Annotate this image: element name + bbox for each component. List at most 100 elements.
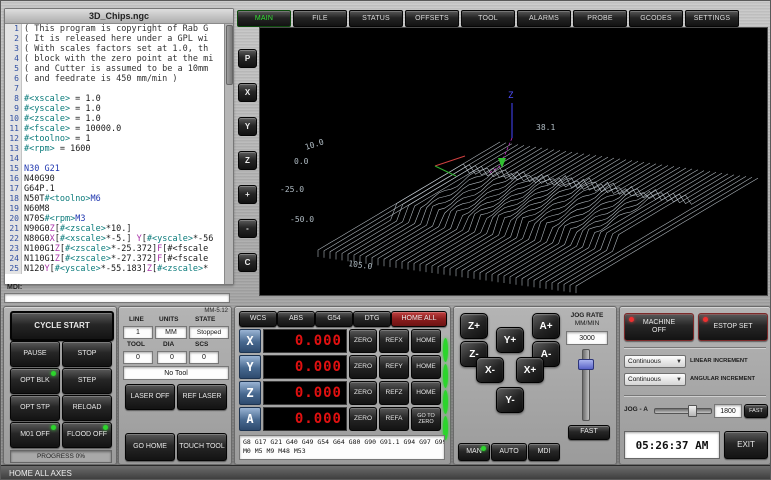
- tab-settings[interactable]: SETTINGS: [685, 10, 739, 27]
- dro-row-z: Z0.000ZEROREFZHOME: [239, 381, 449, 405]
- view-perspective-button[interactable]: P: [238, 49, 257, 68]
- tab-file[interactable]: FILE: [293, 10, 347, 27]
- gcode-line[interactable]: 24N110G1Z[#<zscale>*-27.372]F[#<fscale: [5, 254, 225, 264]
- gcode-line[interactable]: 16N40G90: [5, 174, 225, 184]
- refy-button[interactable]: REFY: [379, 355, 409, 379]
- dro-value-a: 0.000: [263, 407, 347, 431]
- tab-tool[interactable]: TOOL: [461, 10, 515, 27]
- estop-button[interactable]: ESTOP SET: [698, 313, 768, 341]
- wcs-button[interactable]: WCS: [239, 311, 277, 327]
- home-y-button[interactable]: HOME: [411, 355, 441, 379]
- go-home-button[interactable]: GO HOME: [125, 433, 175, 461]
- gcode-line[interactable]: 20N70S#<rpm>M3: [5, 214, 225, 224]
- zoom-in-button[interactable]: +: [238, 185, 257, 204]
- mode-mdi-button[interactable]: MDI: [528, 443, 560, 461]
- gcode-line[interactable]: 12#<toolno> = 1: [5, 134, 225, 144]
- gcode-line[interactable]: 23N100G1Z[#<zscale>*-25.372]F[#<fscale: [5, 244, 225, 254]
- ref-laser-button[interactable]: REF LASER: [177, 384, 227, 410]
- home-all-button[interactable]: HOME ALL: [391, 311, 447, 327]
- exit-button[interactable]: EXIT: [724, 431, 768, 459]
- gcode-line[interactable]: 22N80G0X[#<xscale>*-5.] Y[#<yscale>*-56: [5, 234, 225, 244]
- gcode-line[interactable]: 5( and Cutter is assumed to be a 10mm: [5, 64, 225, 74]
- toolpath-preview[interactable]: 10.00.0-25.0-50.0105.038.1Z: [260, 28, 767, 295]
- zoom-out-button[interactable]: -: [238, 219, 257, 238]
- linear-increment-select[interactable]: Continuous▼: [624, 355, 686, 368]
- jog-a-fast-button[interactable]: FAST: [744, 404, 768, 418]
- refx-button[interactable]: REFX: [379, 329, 409, 353]
- view-z-button[interactable]: Z: [238, 151, 257, 170]
- pause-button[interactable]: PAUSE: [10, 341, 60, 367]
- home-x-button[interactable]: HOME: [411, 329, 441, 353]
- abs-button[interactable]: ABS: [277, 311, 315, 327]
- gcode-text: N100G1Z[#<zscale>*-25.372]F[#<fscale: [22, 244, 208, 254]
- jog-a-plus-button[interactable]: A+: [532, 313, 560, 339]
- gcode-line[interactable]: 18N50T#<toolno>M6: [5, 194, 225, 204]
- jog-a-slider-thumb[interactable]: [688, 405, 697, 417]
- mdi-input[interactable]: [4, 293, 230, 303]
- flood-off-button[interactable]: FLOOD OFF: [62, 422, 112, 448]
- gcode-line[interactable]: 14: [5, 154, 225, 164]
- tab-probe[interactable]: PROBE: [573, 10, 627, 27]
- gcode-line[interactable]: 9#<yscale> = 1.0: [5, 104, 225, 114]
- step-button[interactable]: STEP: [62, 368, 112, 394]
- editor-scrollbar-thumb[interactable]: [226, 25, 233, 85]
- jog-x-minus-button[interactable]: X-: [476, 357, 504, 383]
- mode-man-button[interactable]: MAN: [458, 443, 490, 461]
- home-z-button[interactable]: HOME: [411, 381, 441, 405]
- jog-y-plus-button[interactable]: Y+: [496, 327, 524, 353]
- g54-button[interactable]: G54: [315, 311, 353, 327]
- tab-gcodes[interactable]: GCODES: [629, 10, 683, 27]
- gcode-text: #<xscale> = 1.0: [22, 94, 101, 104]
- angular-increment-select[interactable]: Continuous▼: [624, 373, 686, 386]
- gcode-line[interactable]: 10#<zscale> = 1.0: [5, 114, 225, 124]
- jog-a-slider-track[interactable]: [654, 408, 712, 414]
- jog-x-plus-button[interactable]: X+: [516, 357, 544, 383]
- gcode-line[interactable]: 4( block with the zero point at the mi: [5, 54, 225, 64]
- gcode-line[interactable]: 21N90G0Z[#<zscale>*10.]: [5, 224, 225, 234]
- gcode-line[interactable]: 7: [5, 84, 225, 94]
- refz-button[interactable]: REFZ: [379, 381, 409, 405]
- jog-z-plus-button[interactable]: Z+: [460, 313, 488, 339]
- tab-alarms[interactable]: ALARMS: [517, 10, 571, 27]
- zero-z-button[interactable]: ZERO: [349, 381, 377, 405]
- gcode-line[interactable]: 17G64P.1: [5, 184, 225, 194]
- stop-button[interactable]: STOP: [62, 341, 112, 367]
- gcode-line[interactable]: 2( It is released here under a GPL wi: [5, 34, 225, 44]
- touch-tool-button[interactable]: TOUCH TOOL: [177, 433, 227, 461]
- go-to-zero-button[interactable]: GO TO ZERO: [411, 407, 441, 431]
- cycle-start-button[interactable]: CYCLE START: [10, 311, 114, 341]
- gcode-line[interactable]: 11#<fscale> = 10000.0: [5, 124, 225, 134]
- zero-y-button[interactable]: ZERO: [349, 355, 377, 379]
- jog-y-minus-button[interactable]: Y-: [496, 387, 524, 413]
- dtg-button[interactable]: DTG: [353, 311, 391, 327]
- refa-button[interactable]: REFA: [379, 407, 409, 431]
- gcode-line[interactable]: 15N30 G21: [5, 164, 225, 174]
- gcode-line[interactable]: 6( and feedrate is 450 mm/min ): [5, 74, 225, 84]
- gcode-line[interactable]: 13#<rpm> = 1600: [5, 144, 225, 154]
- zero-a-button[interactable]: ZERO: [349, 407, 377, 431]
- tab-status[interactable]: STATUS: [349, 10, 403, 27]
- gcode-line[interactable]: 19N60M8: [5, 204, 225, 214]
- view-y-button[interactable]: Y: [238, 117, 257, 136]
- view-x-button[interactable]: X: [238, 83, 257, 102]
- dro-value-z: 0.000: [263, 381, 347, 405]
- jog-fast-button[interactable]: FAST: [568, 425, 610, 440]
- optional-block-button[interactable]: OPT BLK: [10, 368, 60, 394]
- gcode-line[interactable]: 25N120Y[#<yscale>*-55.183]Z[#<zscale>*: [5, 264, 225, 274]
- machine-off-button[interactable]: MACHINE OFF: [624, 313, 694, 341]
- mode-auto-button[interactable]: AUTO: [491, 443, 527, 461]
- clear-plot-button[interactable]: C: [238, 253, 257, 272]
- jog-rate-slider-thumb[interactable]: [578, 359, 594, 370]
- units-label: UNITS: [159, 316, 179, 323]
- laser-off-button[interactable]: LASER OFF: [125, 384, 175, 410]
- optional-stop-button[interactable]: OPT STP: [10, 395, 60, 421]
- editor-scrollbar[interactable]: [224, 24, 233, 284]
- m01-off-button[interactable]: M01 OFF: [10, 422, 60, 448]
- tab-offsets[interactable]: OFFSETS: [405, 10, 459, 27]
- gcode-line[interactable]: 1( This program is copyright of Rab G: [5, 24, 225, 34]
- zero-x-button[interactable]: ZERO: [349, 329, 377, 353]
- reload-button[interactable]: RELOAD: [62, 395, 112, 421]
- gcode-line[interactable]: 8#<xscale> = 1.0: [5, 94, 225, 104]
- tab-main[interactable]: MAIN: [237, 10, 291, 27]
- gcode-line[interactable]: 3( With scales factors set at 1.0, th: [5, 44, 225, 54]
